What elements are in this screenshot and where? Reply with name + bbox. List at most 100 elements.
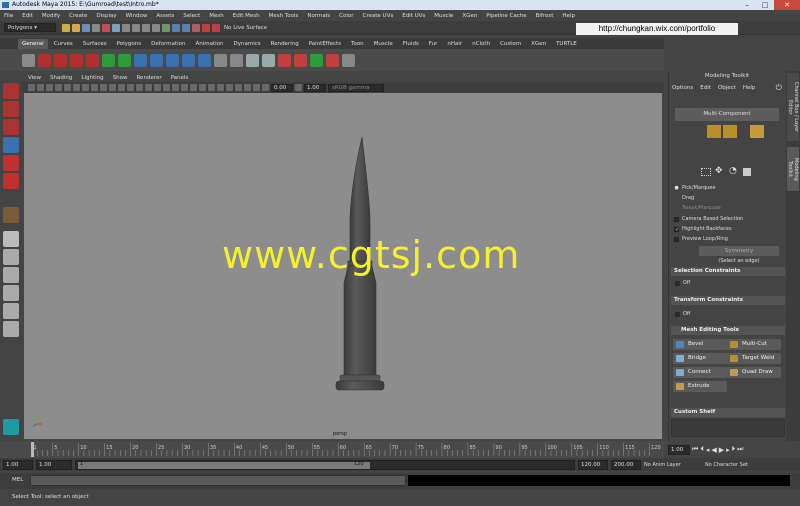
move-manip-icon[interactable]: ✥ — [715, 167, 723, 176]
shelf-tool-icon[interactable] — [22, 53, 35, 67]
menu-modify[interactable]: Modify — [42, 13, 60, 19]
layout-four-icon[interactable] — [3, 249, 19, 265]
layout-outliner-icon[interactable] — [3, 285, 19, 301]
tool-extrude-button[interactable]: Extrude — [673, 381, 727, 392]
viewport-menu-lighting[interactable]: Lighting — [81, 75, 103, 81]
shelf-tool-icon[interactable] — [70, 53, 83, 67]
camera-icon[interactable] — [28, 84, 35, 91]
camera-attr-icon[interactable] — [37, 84, 44, 91]
option-pick-marquee[interactable]: ● Pick/Marquee — [674, 185, 715, 191]
shelf-tool-icon[interactable] — [166, 53, 179, 67]
power-icon[interactable]: ⏻ — [776, 83, 782, 93]
tool-quad-draw-button[interactable]: Quad Draw — [727, 367, 781, 378]
tab-curves[interactable]: Curves — [50, 39, 77, 49]
menu-bifrost[interactable]: Bifrost — [536, 13, 554, 19]
menu-help[interactable]: Help — [562, 13, 575, 19]
option-checkbox[interactable] — [674, 196, 679, 201]
shelf-tool-icon[interactable] — [54, 53, 67, 67]
viewport-menu-panels[interactable]: Panels — [171, 75, 189, 81]
anim-layer-label[interactable]: No Anim Layer — [644, 462, 702, 468]
multi-component-button[interactable]: Multi-Component — [675, 108, 779, 121]
save-scene-icon[interactable] — [82, 23, 90, 32]
go-start-icon[interactable]: ⏮ — [692, 445, 698, 454]
xray-components-icon[interactable] — [253, 84, 260, 91]
tab-turtle[interactable]: TURTLE — [552, 39, 581, 49]
marquee-icon[interactable] — [701, 168, 711, 176]
scale-tool-icon[interactable] — [3, 173, 19, 189]
tab-deformation[interactable]: Deformation — [147, 39, 189, 49]
open-scene-icon[interactable] — [72, 23, 80, 32]
shelf-tool-icon[interactable] — [230, 53, 243, 67]
tab-nhair[interactable]: nHair — [443, 39, 466, 49]
menu-edit[interactable]: Edit — [22, 13, 33, 19]
shelf-tool-icon[interactable] — [278, 53, 291, 67]
gamma-field[interactable]: 1.00 — [304, 83, 326, 92]
viewport-menu-show[interactable]: Show — [113, 75, 128, 81]
menu-mesh[interactable]: Mesh — [209, 13, 223, 19]
time-slider[interactable]: 1 5 10 15 20 25 30 35 40 45 50 55 60 65 70 75 80 85 90 95 10… — [0, 441, 664, 458]
magnet-icon[interactable] — [202, 23, 210, 32]
grid-icon[interactable] — [64, 84, 71, 91]
viewport-menu-view[interactable]: View — [28, 75, 41, 81]
option-tweak-marquee[interactable]: Tweak/Marquee — [674, 205, 721, 211]
lights-icon[interactable] — [172, 84, 179, 91]
option-checkbox[interactable] — [674, 236, 679, 242]
shelf-tool-icon[interactable] — [86, 53, 99, 67]
minimize-button[interactable]: – — [738, 0, 756, 10]
menu-normals[interactable]: Normals — [307, 13, 330, 19]
default-material-icon[interactable] — [145, 84, 152, 91]
shelf-tool-icon[interactable] — [38, 53, 51, 67]
paint-select-tool-icon[interactable] — [3, 119, 19, 135]
render-icon[interactable] — [172, 23, 180, 32]
resolution-gate-icon[interactable] — [82, 84, 89, 91]
option-checkbox[interactable] — [674, 206, 679, 211]
face-mode-icon[interactable] — [750, 125, 764, 138]
command-input[interactable] — [30, 475, 406, 486]
mel-label[interactable]: MEL — [12, 477, 23, 483]
menu-window[interactable]: Window — [126, 13, 148, 19]
shelf-tool-icon[interactable] — [102, 53, 115, 67]
history-icon[interactable] — [162, 23, 170, 32]
bookmark-icon[interactable] — [46, 84, 53, 91]
menu-edit-uvs[interactable]: Edit UVs — [402, 13, 425, 19]
option-preview-loop-ring[interactable]: Preview Loop/Ring — [674, 236, 728, 242]
option-drag[interactable]: Drag — [674, 195, 694, 201]
toolkit-menu-help[interactable]: Help — [743, 85, 756, 91]
tab-rendering[interactable]: Rendering — [267, 39, 303, 49]
tab-general[interactable]: General — [18, 38, 48, 49]
shelf-tool-icon[interactable] — [310, 53, 323, 67]
menu-create[interactable]: Create — [69, 13, 87, 19]
layout-single-icon[interactable] — [3, 231, 19, 247]
film-gate-icon[interactable] — [73, 84, 80, 91]
go-end-icon[interactable]: ⏭ — [737, 445, 743, 454]
dof-icon[interactable] — [217, 84, 224, 91]
motion-blur-icon[interactable] — [199, 84, 206, 91]
shelf-tool-icon[interactable] — [150, 53, 163, 67]
safe-action-icon[interactable] — [109, 84, 116, 91]
xray-icon[interactable] — [235, 84, 242, 91]
snap-grid-icon[interactable] — [122, 23, 130, 32]
transform-constraints-header[interactable]: Transform Constraints — [671, 296, 785, 305]
select-tool-icon[interactable] — [3, 83, 19, 99]
tab-fur[interactable]: Fur — [425, 39, 442, 49]
xray-joints-icon[interactable] — [244, 84, 251, 91]
tab-fluids[interactable]: Fluids — [399, 39, 423, 49]
tab-ncloth[interactable]: nCloth — [468, 39, 494, 49]
rotate-tool-icon[interactable] — [3, 155, 19, 171]
tab-xgen[interactable]: XGen — [527, 39, 550, 49]
exposure-icon[interactable] — [262, 84, 269, 91]
gate-mask-icon[interactable] — [91, 84, 98, 91]
tab-custom[interactable]: Custom — [496, 39, 525, 49]
edge-mode-icon[interactable] — [723, 125, 737, 138]
shelf-tool-icon[interactable] — [294, 53, 307, 67]
menu-edit-mesh[interactable]: Edit Mesh — [233, 13, 260, 19]
shelf-tool-icon[interactable] — [342, 53, 355, 67]
custom-shelf-area[interactable] — [671, 419, 785, 437]
menu-assets[interactable]: Assets — [156, 13, 174, 19]
menu-create-uvs[interactable]: Create UVs — [363, 13, 394, 19]
tool-multi-cut-button[interactable]: Multi-Cut — [727, 339, 781, 350]
ssao-icon[interactable] — [190, 84, 197, 91]
step-forward-icon[interactable]: ⏵ — [732, 445, 736, 454]
option-checkbox[interactable]: ● — [674, 185, 679, 191]
playback-start-field[interactable]: 1.00 — [36, 459, 72, 470]
